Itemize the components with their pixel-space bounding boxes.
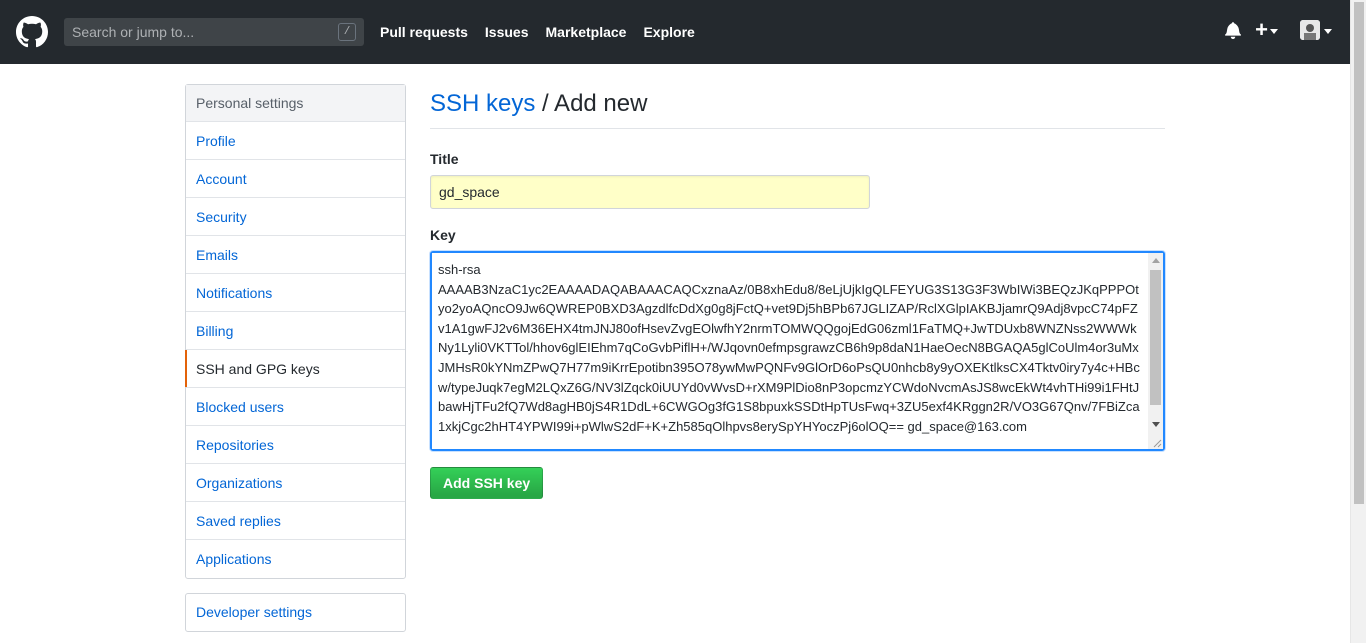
search-box[interactable]: / — [64, 18, 364, 46]
search-shortcut-key: / — [338, 23, 356, 41]
header-nav: Pull requests Issues Marketplace Explore — [380, 0, 712, 64]
header-actions: + — [1225, 19, 1332, 41]
bell-icon[interactable] — [1225, 21, 1242, 39]
chevron-down-icon[interactable] — [1324, 28, 1332, 34]
scroll-up-icon[interactable] — [1152, 258, 1160, 263]
sidebar-item-saved-replies[interactable]: Saved replies — [186, 502, 405, 540]
top-header: / Pull requests Issues Marketplace Explo… — [0, 0, 1350, 64]
sidebar-item-applications[interactable]: Applications — [186, 540, 405, 578]
avatar-image — [1300, 20, 1320, 40]
sidebar-heading: Personal settings — [186, 85, 405, 122]
add-ssh-key-button[interactable]: Add SSH key — [430, 467, 544, 499]
page-title-rest: / Add new — [535, 90, 648, 117]
nav-pull-requests[interactable]: Pull requests — [380, 24, 468, 40]
plus-icon[interactable]: + — [1255, 19, 1268, 41]
key-label: Key — [430, 227, 456, 243]
textarea-scrollbar[interactable] — [1148, 253, 1163, 449]
sidebar-item-blocked-users[interactable]: Blocked users — [186, 388, 405, 426]
settings-sidebar: Personal settings Profile Account Securi… — [185, 84, 406, 579]
title-label: Title — [430, 151, 459, 167]
scrollbar-thumb[interactable] — [1150, 270, 1161, 405]
sidebar-item-ssh-gpg-keys[interactable]: SSH and GPG keys — [185, 350, 405, 388]
scrollbar-thumb[interactable] — [1354, 2, 1364, 504]
page-scrollbar[interactable] — [1350, 0, 1366, 643]
title-input[interactable] — [430, 175, 870, 209]
github-logo-icon[interactable] — [16, 16, 48, 48]
resize-handle-icon[interactable] — [1152, 438, 1162, 448]
ssh-keys-link[interactable]: SSH keys — [430, 90, 535, 117]
chevron-down-icon[interactable] — [1270, 28, 1278, 34]
search-input[interactable] — [72, 24, 332, 40]
key-field[interactable]: ssh-rsa AAAAB3NzaC1yc2EAAAADAQABAAACAQCx… — [430, 251, 1165, 451]
sidebar-item-repositories[interactable]: Repositories — [186, 426, 405, 464]
sidebar-item-emails[interactable]: Emails — [186, 236, 405, 274]
nav-issues[interactable]: Issues — [485, 24, 529, 40]
nav-explore[interactable]: Explore — [643, 24, 694, 40]
avatar[interactable] — [1300, 20, 1320, 40]
sidebar-item-notifications[interactable]: Notifications — [186, 274, 405, 312]
sidebar-item-profile[interactable]: Profile — [186, 122, 405, 160]
key-textarea[interactable]: ssh-rsa AAAAB3NzaC1yc2EAAAADAQABAAACAQCx… — [432, 253, 1149, 449]
sidebar-item-security[interactable]: Security — [186, 198, 405, 236]
sidebar-item-organizations[interactable]: Organizations — [186, 464, 405, 502]
sidebar-item-account[interactable]: Account — [186, 160, 405, 198]
scroll-down-icon[interactable] — [1152, 422, 1160, 427]
page-title: SSH keys / Add new — [430, 84, 1165, 129]
sidebar-item-billing[interactable]: Billing — [186, 312, 405, 350]
nav-marketplace[interactable]: Marketplace — [546, 24, 627, 40]
sidebar-item-developer-settings[interactable]: Developer settings — [185, 593, 406, 632]
main-content: SSH keys / Add new Title Key ssh-rsa AAA… — [430, 84, 1165, 499]
